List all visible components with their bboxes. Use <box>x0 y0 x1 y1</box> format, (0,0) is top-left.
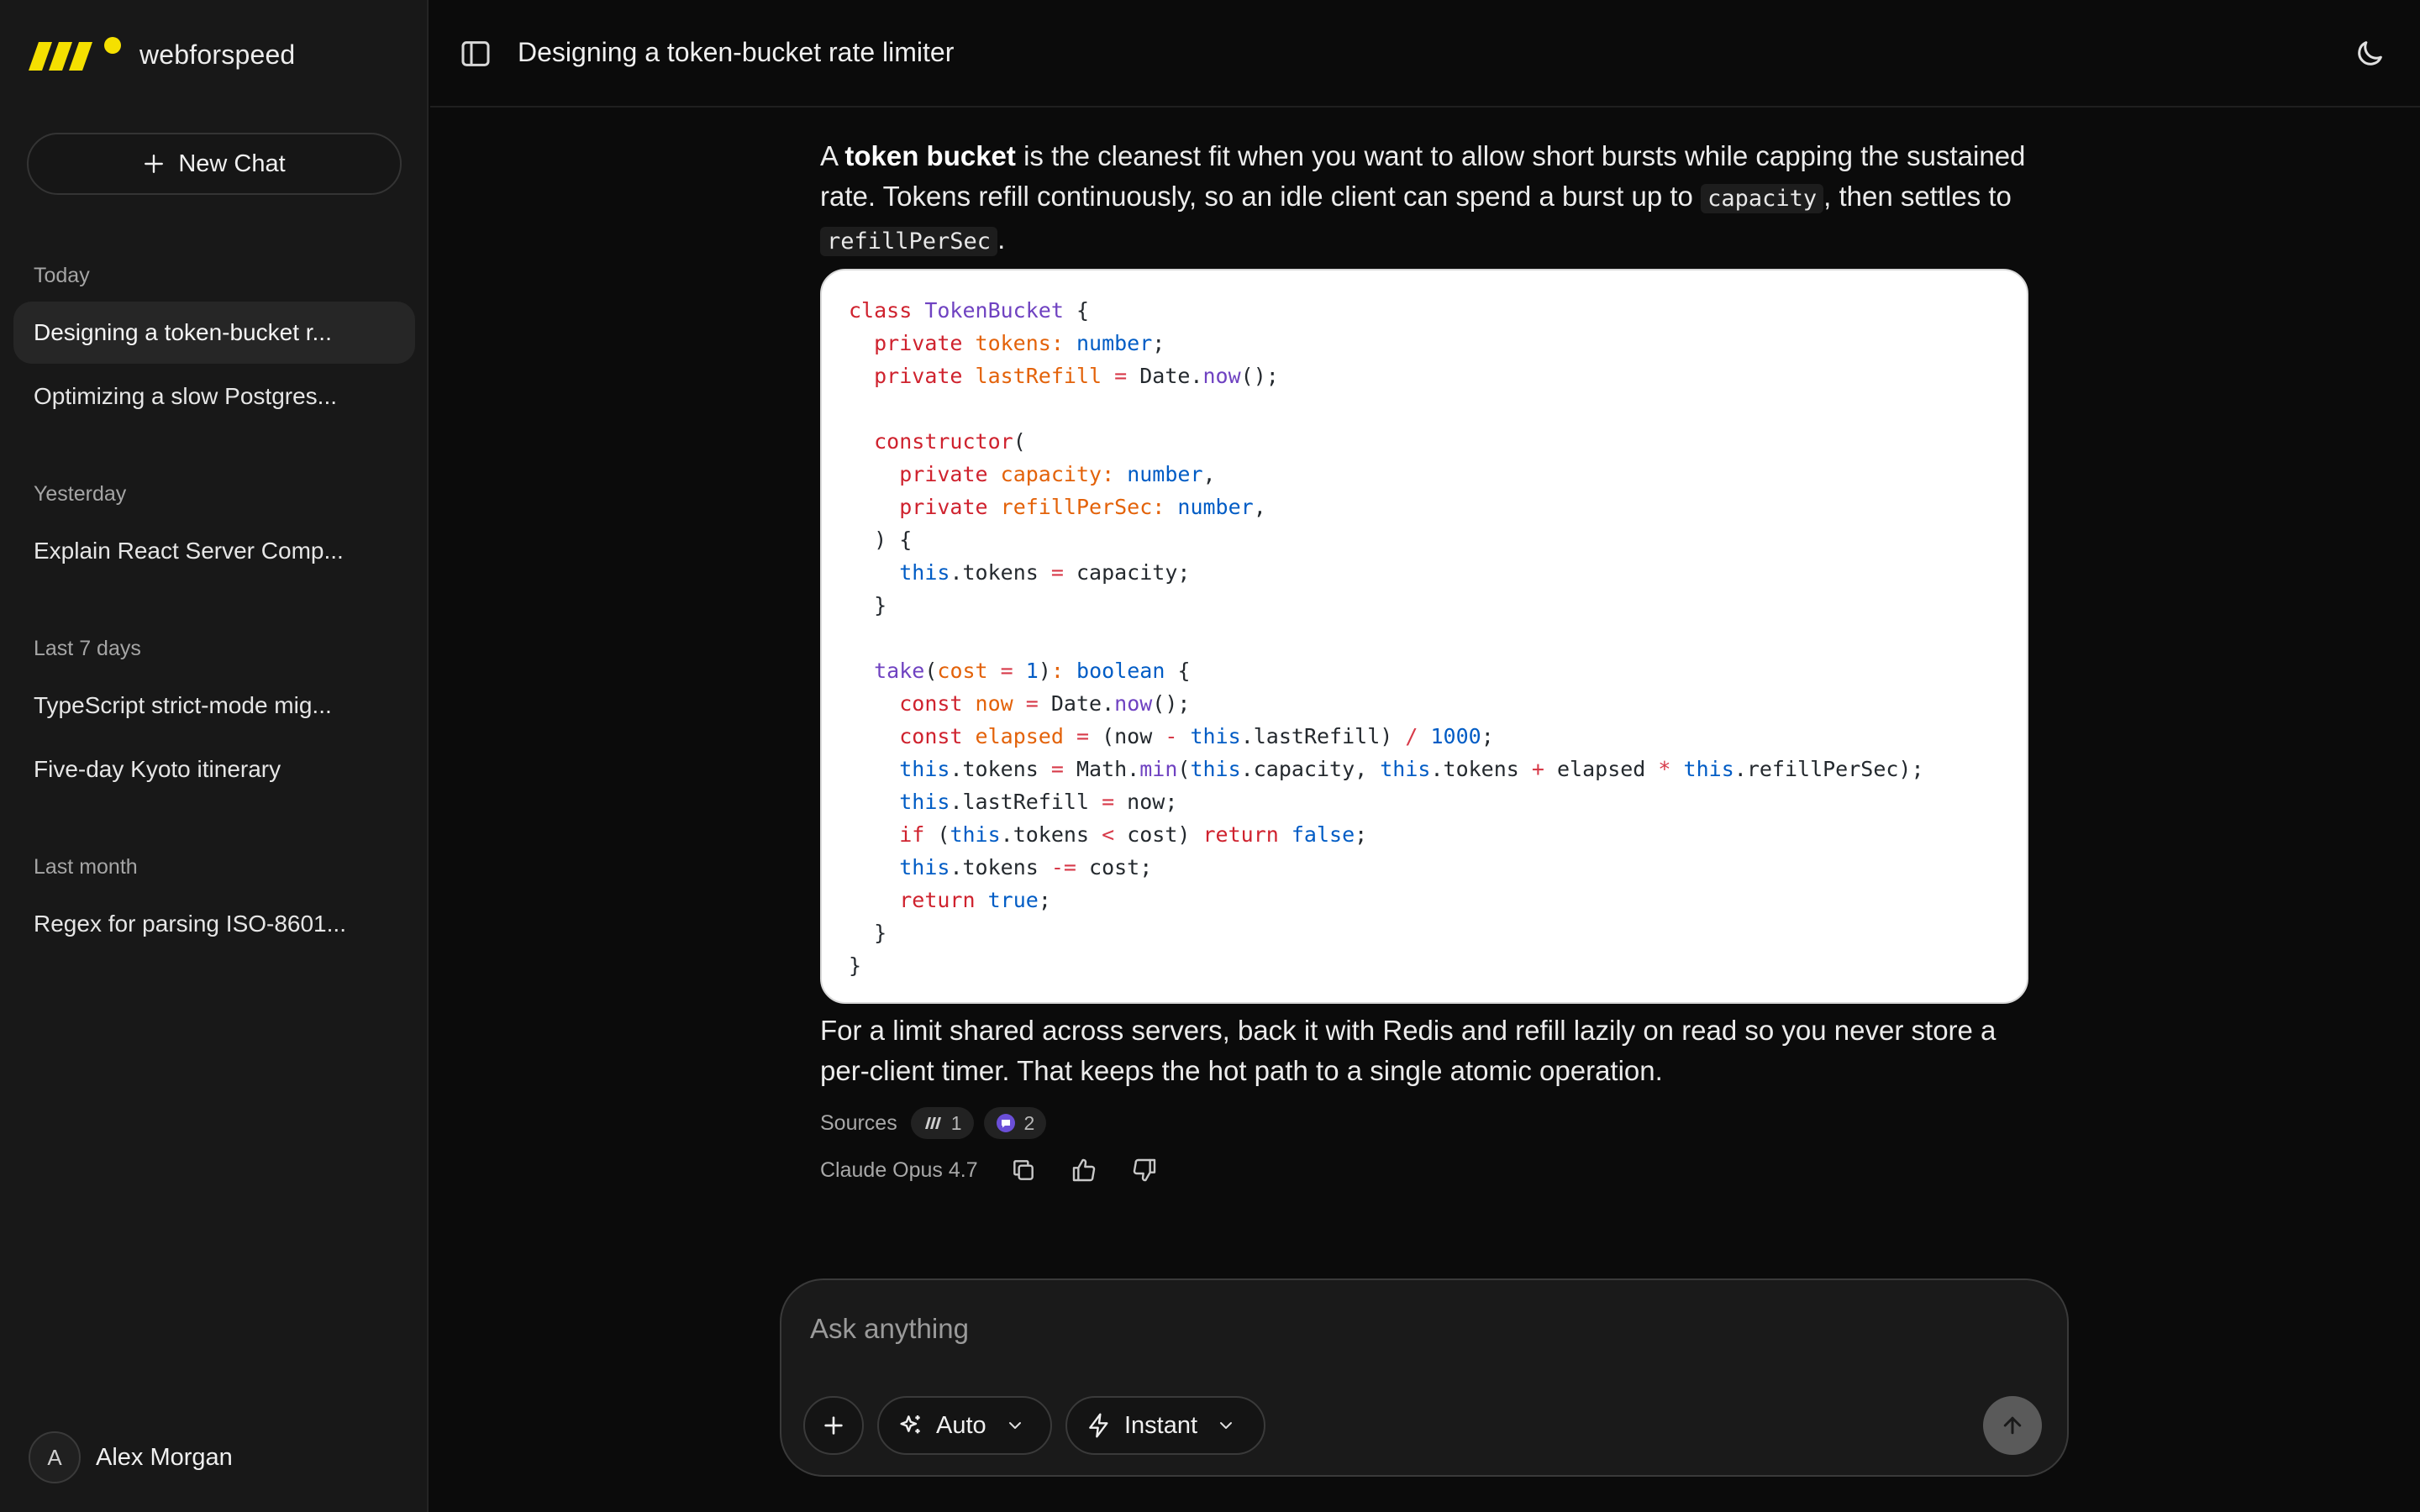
intro-bold: token bucket <box>844 140 1016 171</box>
section-label-last-month: Last month <box>34 855 138 879</box>
composer: Auto Instant <box>780 1278 2069 1477</box>
copy-button[interactable] <box>1007 1153 1040 1187</box>
source-count: 1 <box>950 1111 962 1134</box>
brand-name: webforspeed <box>139 39 296 70</box>
sidebar-item-postgres[interactable]: Optimizing a slow Postgres... <box>13 365 415 428</box>
message-input[interactable] <box>810 1305 2037 1352</box>
model-label: Claude Opus 4.7 <box>820 1158 978 1182</box>
section-label-last-7-days: Last 7 days <box>34 637 141 660</box>
sidebar-item-regex[interactable]: Regex for parsing ISO-8601... <box>13 893 415 955</box>
speed-label: Instant <box>1124 1411 1198 1439</box>
plus-icon <box>145 155 164 173</box>
sidebar-item-kyoto[interactable]: Five-day Kyoto itinerary <box>13 738 415 801</box>
assistant-message: A token bucket is the cleanest fit when … <box>820 136 2030 1189</box>
message-outro: For a limit shared across servers, back … <box>820 1015 1996 1086</box>
user-name: Alex Morgan <box>96 1443 233 1471</box>
chevron-down-icon <box>1220 1422 1233 1429</box>
send-button[interactable] <box>1983 1396 2042 1455</box>
avatar: A <box>29 1431 81 1483</box>
sidebar-item-token-bucket[interactable]: Designing a token-bucket r... <box>13 302 415 364</box>
inline-code: refillPerSec <box>820 227 998 256</box>
code-content: class TokenBucket { private tokens: numb… <box>849 298 1924 978</box>
lightning-icon <box>1089 1413 1108 1438</box>
message-intro: A token bucket is the cleanest fit when … <box>820 136 2030 262</box>
thumbs-down-icon <box>1133 1158 1155 1182</box>
sidebar-item-typescript[interactable]: TypeScript strict-mode mig... <box>13 675 415 737</box>
code-block: class TokenBucket { private tokens: numb… <box>820 269 2028 1004</box>
sources-row: Sources 1 2 <box>820 1106 2030 1140</box>
arrow-up-icon <box>2003 1416 2022 1435</box>
source-count: 2 <box>1023 1111 1035 1134</box>
sparkles-icon <box>900 1415 920 1434</box>
intro-text: A <box>820 140 845 171</box>
section-label-yesterday: Yesterday <box>34 482 127 506</box>
inline-code: capacity <box>1701 184 1824 213</box>
attach-button[interactable] <box>803 1396 864 1455</box>
source-chip-1[interactable]: 1 <box>910 1107 974 1139</box>
mode-label: Auto <box>936 1411 986 1439</box>
copy-icon <box>1013 1160 1034 1180</box>
sidebar-item-react-server[interactable]: Explain React Server Comp... <box>13 520 415 582</box>
speed-select-button[interactable]: Instant <box>1065 1396 1265 1455</box>
new-chat-button[interactable]: New Chat <box>27 133 402 195</box>
plus-icon <box>824 1416 843 1435</box>
source-logo-icon <box>924 1117 941 1129</box>
page-title: Designing a token-bucket rate limiter <box>518 37 955 67</box>
user-profile[interactable]: A Alex Morgan <box>29 1431 233 1483</box>
mode-select-button[interactable]: Auto <box>877 1396 1052 1455</box>
thumbs-down-button[interactable] <box>1128 1153 1161 1187</box>
source-chip-2[interactable]: 2 <box>983 1107 1047 1139</box>
moon-icon[interactable] <box>2353 37 2386 71</box>
section-label-today: Today <box>34 264 90 287</box>
sources-label: Sources <box>820 1110 897 1135</box>
new-chat-label: New Chat <box>178 150 286 177</box>
sidebar: webforspeed New Chat Today Designing a t… <box>0 0 429 1512</box>
app-root: webforspeed New Chat Today Designing a t… <box>0 0 2420 1512</box>
sidebar-toggle-icon[interactable] <box>459 37 492 71</box>
intro-text: , then settles to <box>1823 181 2012 212</box>
brand-logo-icon <box>29 37 121 71</box>
chevron-down-icon <box>1008 1422 1021 1429</box>
brand[interactable]: webforspeed <box>27 34 295 76</box>
message-actions: Claude Opus 4.7 <box>820 1152 2030 1189</box>
chat-header: Designing a token-bucket rate limiter <box>430 0 2420 108</box>
intro-text: . <box>997 223 1006 255</box>
thumbs-up-icon <box>1072 1158 1095 1182</box>
thumbs-up-button[interactable] <box>1067 1153 1101 1187</box>
chat-source-icon <box>996 1114 1015 1132</box>
